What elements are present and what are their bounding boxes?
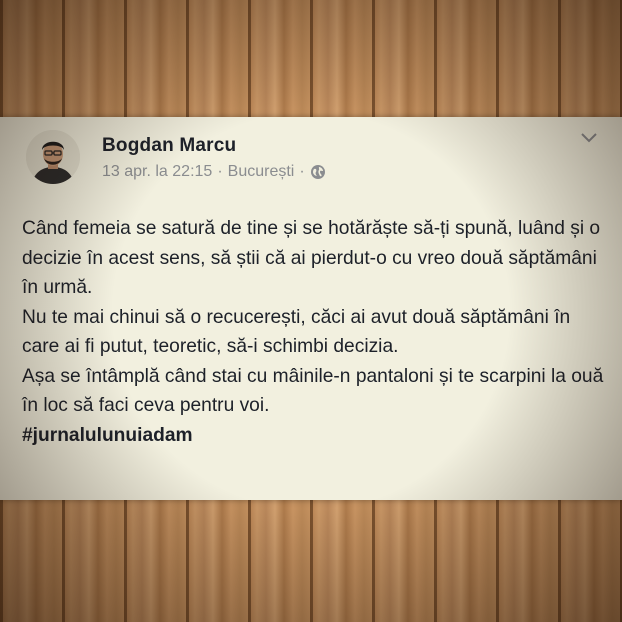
chevron-down-icon[interactable]	[580, 131, 598, 143]
meta-separator: ·	[299, 163, 305, 180]
avatar[interactable]	[26, 130, 80, 184]
post-paragraph: Nu te mai chinui să o recucerești, căci …	[22, 306, 571, 358]
hashtag-link[interactable]: #jurnalulunuiadam	[22, 421, 607, 451]
post-paragraph: Așa se întâmplă când stai cu mâinile-n p…	[22, 365, 604, 417]
post-card: Bogdan Marcu 13 apr. la 22:15 · Bucureșt…	[0, 117, 622, 500]
globe-icon[interactable]	[310, 164, 326, 180]
post-location[interactable]: București	[228, 163, 295, 181]
meta-separator: ·	[217, 163, 223, 180]
post-date[interactable]: 13 apr. la 22:15	[102, 163, 212, 181]
author-name[interactable]: Bogdan Marcu	[102, 135, 236, 157]
post-body: Când femeia se satură de tine și se hotă…	[22, 214, 607, 450]
post-paragraph: Când femeia se satură de tine și se hotă…	[22, 218, 601, 298]
post-meta: 13 apr. la 22:15 · București ·	[102, 163, 326, 181]
